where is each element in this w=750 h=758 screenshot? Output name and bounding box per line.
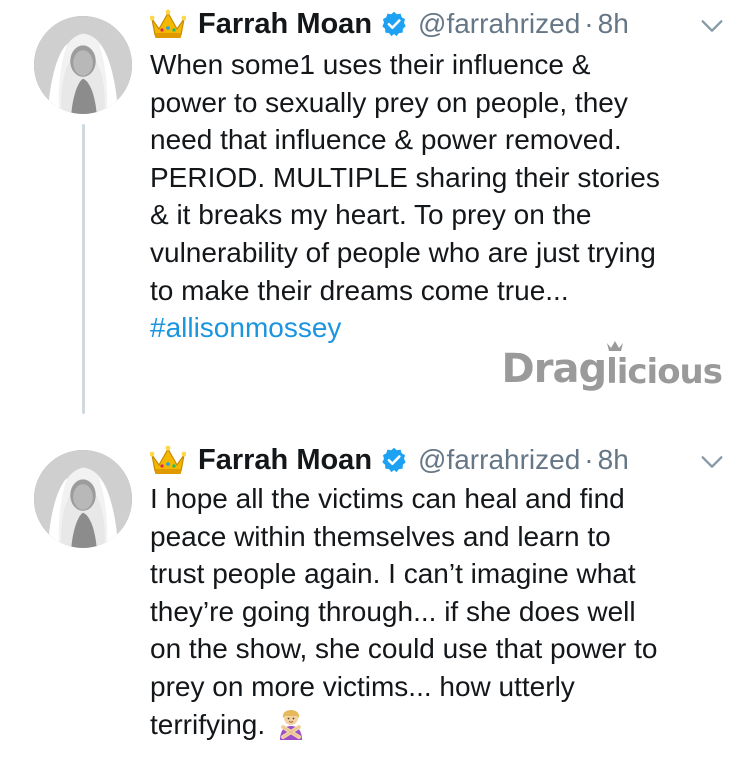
user-handle[interactable]: @farrahrized bbox=[418, 8, 580, 40]
display-name[interactable]: Farrah Moan bbox=[198, 8, 372, 41]
crown-icon bbox=[150, 445, 186, 475]
tweet-text-line: power to sexually prey on people, they bbox=[150, 86, 628, 118]
thread-connector-line bbox=[82, 124, 85, 414]
timestamp[interactable]: 8h bbox=[598, 8, 629, 40]
tweet-text-line-last: terrifying. bbox=[150, 706, 735, 744]
timestamp[interactable]: 8h bbox=[598, 444, 629, 476]
tweet-text-line: & it breaks my heart. To prey on the bbox=[150, 199, 592, 231]
user-handle[interactable]: @farrahrized bbox=[418, 444, 580, 476]
avatar[interactable] bbox=[34, 16, 132, 114]
watermark-crown-icon bbox=[606, 340, 624, 352]
tweet[interactable]: Farrah Moan @farrahrized · 8h I hope all… bbox=[0, 430, 750, 758]
watermark-logo: Drag licious bbox=[501, 341, 723, 392]
tweet[interactable]: Farrah Moan @farrahrized · 8h When some1… bbox=[0, 0, 750, 430]
watermark-text-a: Drag bbox=[501, 346, 608, 392]
tweet-text-line: need that influence & power removed. bbox=[150, 124, 622, 156]
verified-badge-icon bbox=[380, 446, 408, 474]
tweet-header: Farrah Moan @farrahrized · 8h bbox=[150, 2, 629, 46]
separator-dot: · bbox=[584, 8, 594, 39]
avatar[interactable] bbox=[34, 450, 132, 548]
verified-badge-icon bbox=[380, 10, 408, 38]
tweet-header: Farrah Moan @farrahrized · 8h bbox=[150, 438, 629, 482]
separator-dot: · bbox=[584, 444, 594, 475]
tweet-text-line: trust people again. I can’t imagine what bbox=[150, 558, 636, 590]
tweet-text-line: they’re going through... if she does wel… bbox=[150, 595, 636, 627]
tweet-text: I hope all the victims can heal and find… bbox=[150, 480, 735, 743]
tweet-text-line: to make their dreams come true... bbox=[150, 274, 569, 306]
person-gesturing-no-icon bbox=[275, 708, 307, 740]
tweet-text-line: I hope all the victims can heal and find bbox=[150, 483, 625, 514]
chevron-down-icon[interactable] bbox=[698, 448, 726, 476]
watermark-text-b: licious bbox=[606, 352, 723, 392]
tweet-text-line: on the show, she could use that power to bbox=[150, 633, 658, 665]
chevron-down-icon[interactable] bbox=[698, 12, 726, 40]
tweet-text: When some1 uses their influence & power … bbox=[150, 46, 735, 347]
tweet-text-line: vulnerability of people who are just try… bbox=[150, 236, 656, 268]
display-name[interactable]: Farrah Moan bbox=[198, 444, 372, 477]
crown-icon bbox=[150, 9, 186, 39]
avatar-portrait bbox=[34, 16, 132, 114]
tweet-text-line: When some1 uses their influence & bbox=[150, 49, 591, 80]
tweet-text-line: peace within themselves and learn to bbox=[150, 520, 611, 552]
tweet-text-fragment: terrifying. bbox=[150, 708, 266, 740]
avatar-portrait bbox=[34, 450, 132, 548]
tweet-text-line: PERIOD. MULTIPLE sharing their stories bbox=[150, 161, 660, 193]
hashtag-link[interactable]: #allisonmossey bbox=[150, 309, 735, 347]
tweet-text-line: prey on more victims... how utterly bbox=[150, 670, 575, 702]
